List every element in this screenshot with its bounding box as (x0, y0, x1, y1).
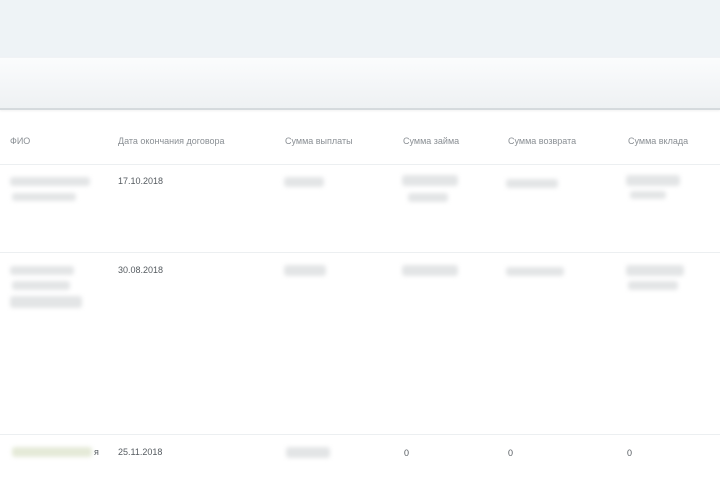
redacted-fio-line (12, 447, 92, 457)
table-row[interactable]: 30.08.2018 (0, 252, 720, 435)
redacted-deposit (626, 265, 684, 276)
redacted-fio-line (10, 266, 74, 275)
redacted-fio-line (10, 177, 90, 186)
redacted-loan (402, 175, 458, 186)
redacted-fio-line (12, 281, 70, 290)
contracts-table: ФИО Дата окончания договора Сумма выплат… (0, 122, 720, 458)
redacted-payout (286, 447, 330, 458)
redacted-return (506, 267, 564, 276)
cell-loan: 0 (404, 448, 410, 458)
redacted-deposit (628, 281, 678, 290)
cell-deposit: 0 (627, 448, 633, 458)
cell-end-date: 17.10.2018 (118, 176, 164, 186)
table-row[interactable]: я 25.11.2018 0 0 0 (0, 434, 720, 485)
cell-end-date: 25.11.2018 (118, 447, 163, 457)
cell-end-date: 30.08.2018 (118, 265, 164, 275)
column-header-payout[interactable]: Сумма выплаты (285, 136, 353, 146)
toolbar (0, 57, 720, 110)
redacted-payout (284, 177, 324, 187)
redacted-fio-line (12, 193, 76, 201)
column-header-deposit[interactable]: Сумма вклада (628, 136, 688, 146)
redacted-deposit (630, 191, 666, 199)
redacted-payout (284, 265, 326, 276)
redacted-return (506, 179, 558, 188)
cell-fio-suffix: я (94, 447, 99, 457)
redacted-deposit (626, 175, 680, 186)
redacted-fio-line (10, 296, 82, 308)
top-band (0, 0, 720, 57)
table-header-row: ФИО Дата окончания договора Сумма выплат… (0, 122, 720, 165)
column-header-end-date[interactable]: Дата окончания договора (118, 136, 225, 146)
column-header-fio[interactable]: ФИО (10, 136, 30, 146)
redacted-loan (408, 193, 448, 202)
column-header-loan[interactable]: Сумма займа (403, 136, 459, 146)
cell-return: 0 (508, 448, 514, 458)
column-header-return[interactable]: Сумма возврата (508, 136, 576, 146)
table-row[interactable]: 17.10.2018 (0, 164, 720, 255)
redacted-loan (402, 265, 458, 276)
